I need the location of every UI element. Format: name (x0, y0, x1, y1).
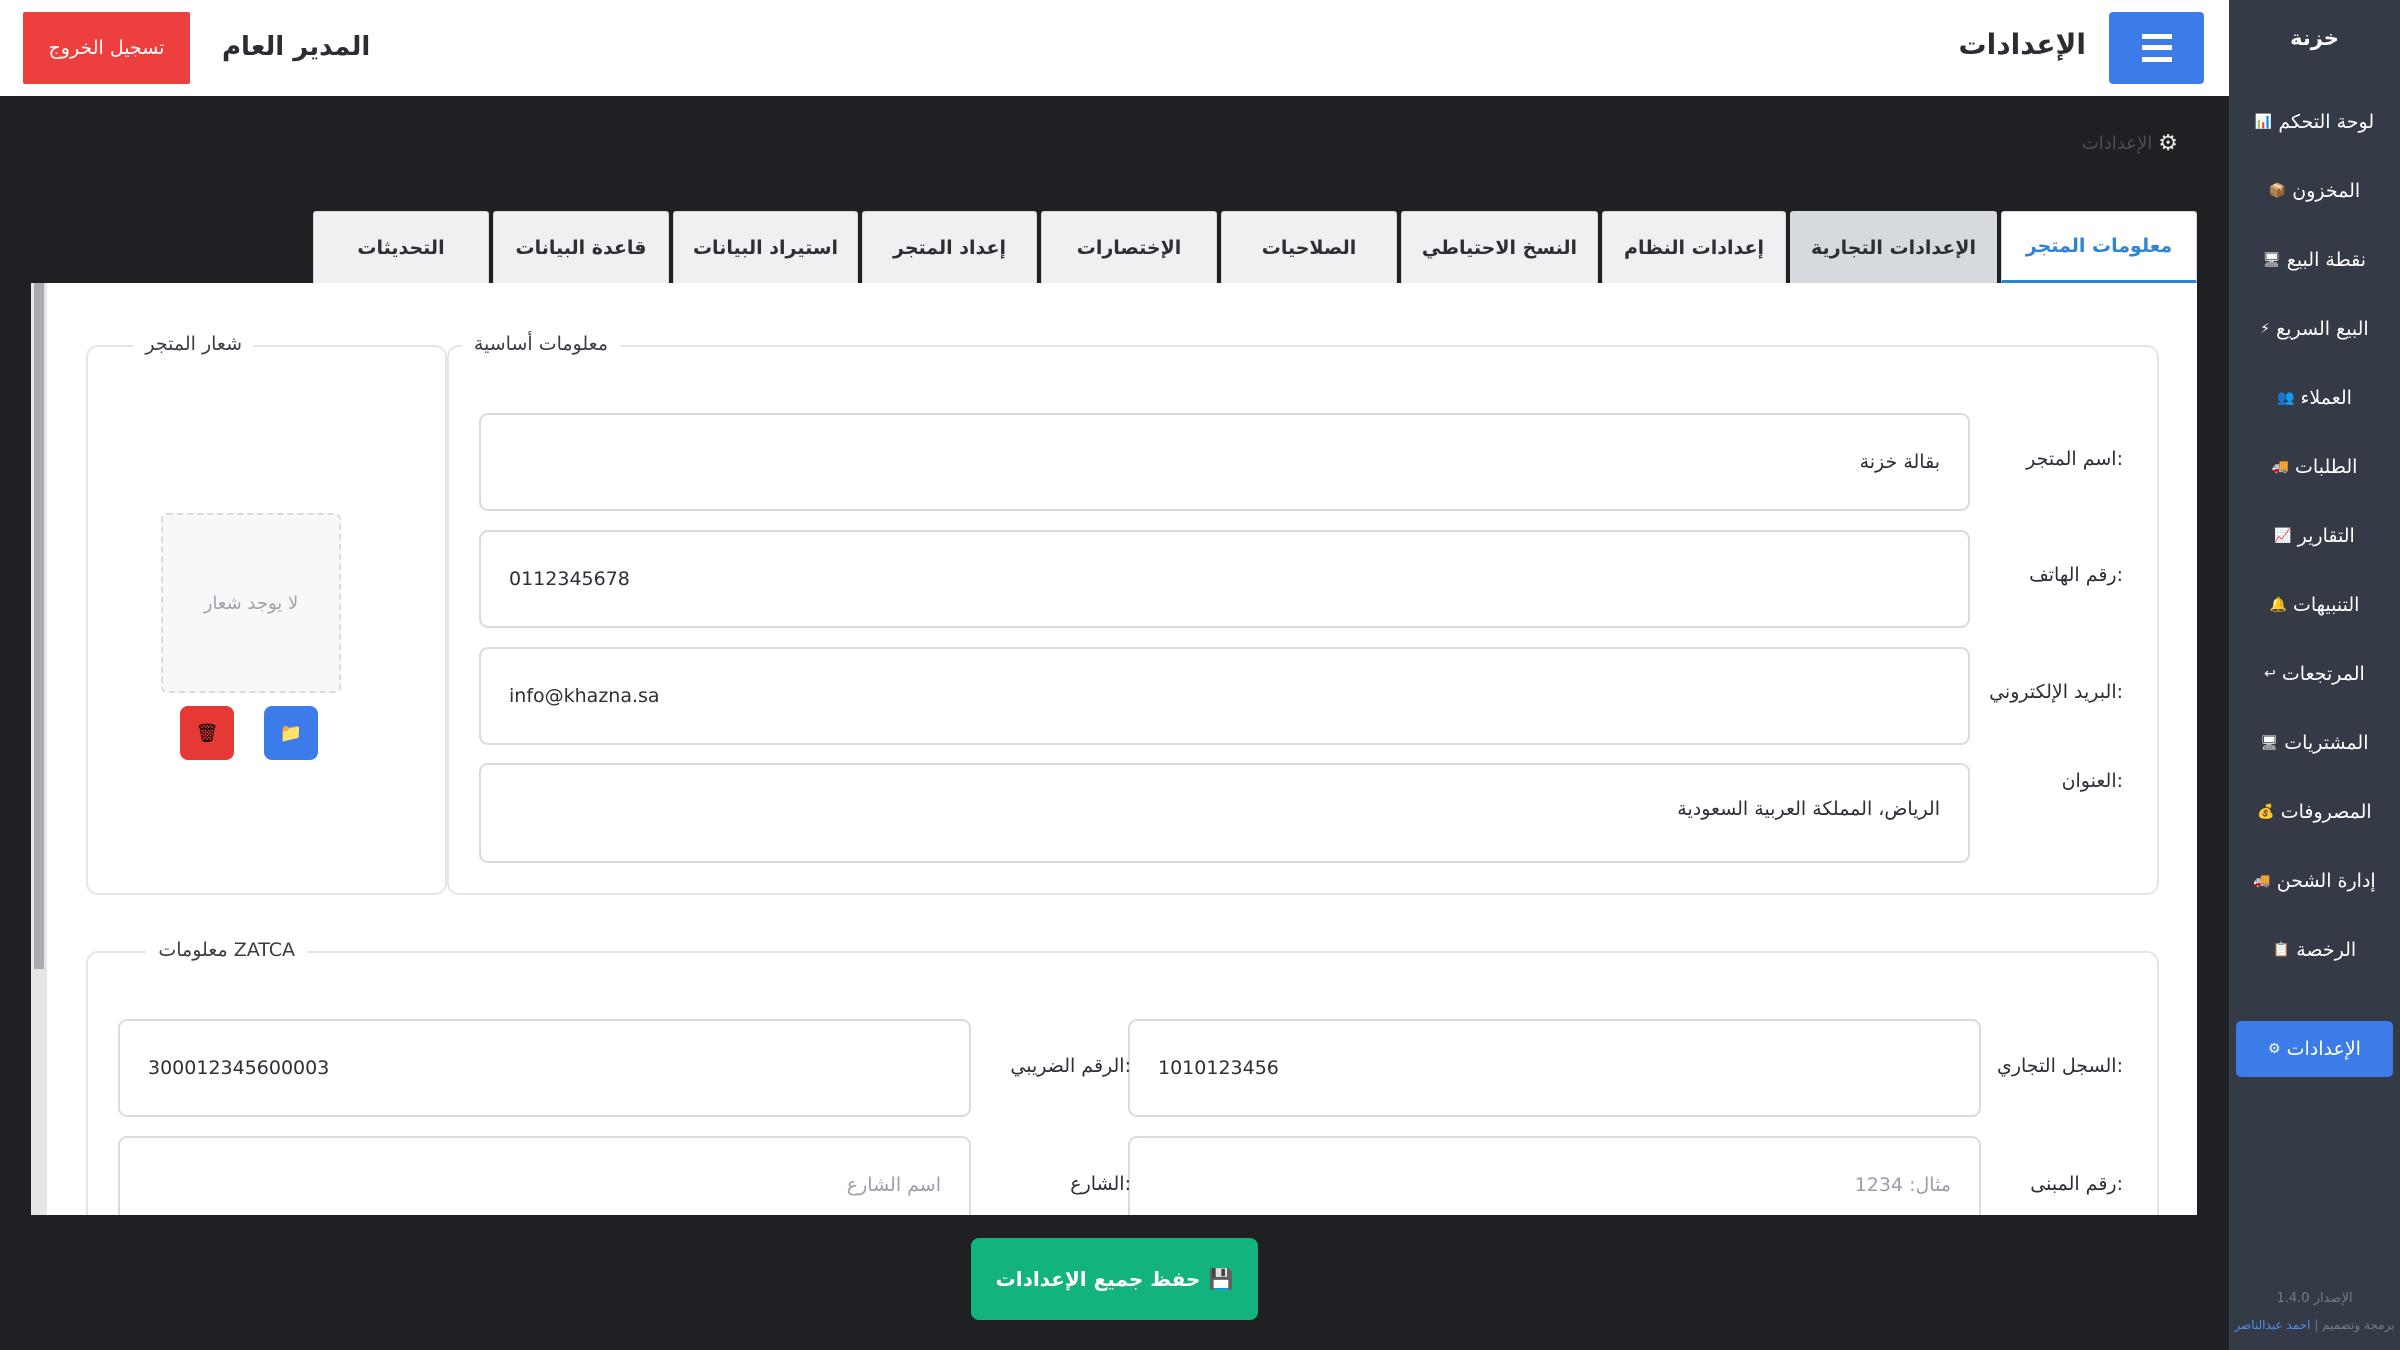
sidebar-item-customers[interactable]: العملاء 👥 (2236, 370, 2393, 426)
box-icon: 📦 (2268, 183, 2287, 199)
sidebar-item-label: نقطة البيع (2286, 249, 2367, 271)
sidebar-item-dashboard[interactable]: لوحة التحكم 📊 (2236, 94, 2393, 150)
bell-icon: 🔔 (2269, 597, 2287, 613)
vat-number-input[interactable] (118, 1019, 971, 1117)
save-all-settings-button[interactable]: 💾 حفظ جميع الإعدادات (971, 1238, 1258, 1320)
save-button-label: حفظ جميع الإعدادات (995, 1267, 1201, 1291)
commercial-register-label: السجل التجاري: (1996, 1055, 2123, 1077)
trash-icon: 🗑 (195, 722, 219, 744)
store-name-input[interactable] (479, 413, 1970, 511)
tab-commercial-settings[interactable]: الإعدادات التجارية (1790, 211, 1997, 283)
sidebar-item-label: لوحة التحكم (2278, 111, 2375, 133)
author-link[interactable]: احمد عبدالناصر (2234, 1318, 2310, 1332)
sidebar-item-inventory[interactable]: المخزون 📦 (2236, 163, 2393, 219)
address-textarea[interactable]: الرياض، المملكة العربية السعودية (479, 763, 1970, 863)
pos-terminal-icon: 🖥 (2262, 252, 2281, 268)
tab-store-info[interactable]: معلومات المتجر (2001, 211, 2197, 283)
sidebar-item-reports[interactable]: التقارير 📈 (2236, 508, 2393, 564)
trend-chart-icon: 📈 (2274, 528, 2292, 544)
sidebar: خزنة لوحة التحكم 📊 المخزون 📦 نقطة البيع … (2229, 0, 2400, 1350)
vat-number-label: الرقم الضريبي: (1010, 1055, 1131, 1077)
sidebar-item-label: المشتريات (2284, 732, 2369, 754)
sidebar-item-settings[interactable]: الإعدادات ⚙ (2236, 1021, 2393, 1077)
tab-permissions[interactable]: الصلاحيات (1221, 211, 1397, 283)
chart-icon: 📊 (2254, 114, 2273, 130)
sidebar-item-returns[interactable]: المرتجعات ↩ (2236, 646, 2393, 702)
breadcrumb-label[interactable]: الإعدادات (2082, 133, 2152, 154)
scrollbar-thumb[interactable] (34, 283, 44, 969)
phone-label: رقم الهاتف: (2029, 564, 2123, 586)
sidebar-item-label: العملاء (2300, 387, 2352, 409)
logo-dropzone[interactable]: لا يوجد شعار (161, 513, 341, 693)
sidebar-item-label: الرخصة (2296, 939, 2357, 961)
delete-logo-button[interactable]: 🗑 (180, 706, 234, 760)
hamburger-icon (2141, 34, 2172, 62)
no-logo-text: لا يوجد شعار (203, 592, 299, 614)
building-number-input[interactable] (1128, 1136, 1981, 1215)
sidebar-item-label: المرتجعات (2281, 663, 2365, 685)
menu-toggle-button[interactable] (2109, 12, 2204, 84)
sidebar-item-shipping[interactable]: إدارة الشحن 🚚 (2236, 853, 2393, 909)
tab-store-setup[interactable]: إعداد المتجر (862, 211, 1037, 283)
tab-system-settings[interactable]: إعدادات النظام (1602, 211, 1786, 283)
tab-data-import[interactable]: استيراد البيانات (673, 211, 858, 283)
sidebar-item-pos[interactable]: نقطة البيع 🖥 (2236, 232, 2393, 288)
users-icon: 👥 (2277, 390, 2295, 406)
email-input[interactable] (479, 647, 1970, 745)
building-number-label: رقم المبنى: (2030, 1173, 2123, 1195)
browse-logo-button[interactable]: 📁 (264, 706, 318, 760)
sidebar-item-license[interactable]: الرخصة 📋 (2236, 922, 2393, 978)
sidebar-item-label: التقارير (2297, 525, 2355, 547)
tab-backup[interactable]: النسخ الاحتياطي (1401, 211, 1598, 283)
register-icon: 🖥 (2260, 735, 2279, 751)
logo-legend: شعار المتجر (133, 333, 254, 355)
logout-button[interactable]: تسجيل الخروج (23, 12, 190, 84)
folder-icon: 📁 (279, 722, 303, 744)
street-label: الشارع: (1070, 1173, 1131, 1195)
tab-shortcuts[interactable]: الإختصارات (1041, 211, 1217, 283)
address-label: العنوان: (2061, 770, 2123, 792)
credit-line: برمجة وتصميم | احمد عبدالناصر (2229, 1318, 2400, 1332)
money-bag-icon: 💰 (2257, 804, 2275, 820)
phone-input[interactable] (479, 530, 1970, 628)
scrollbar[interactable] (31, 283, 47, 1215)
tab-database[interactable]: قاعدة البيانات (493, 211, 669, 283)
floppy-disk-icon: 💾 (1208, 1267, 1234, 1291)
zatca-legend: معلومات ZATCA (146, 939, 307, 961)
sidebar-item-label: إدارة الشحن (2276, 870, 2376, 892)
sidebar-item-purchases[interactable]: المشتريات 🖥 (2236, 715, 2393, 771)
sidebar-item-label: البيع السريع (2276, 318, 2369, 340)
page-title: الإعدادات (1958, 28, 2086, 61)
brand-logo-text: خزنة (2290, 26, 2339, 50)
lightning-icon: ⚡ (2260, 321, 2271, 337)
basic-info-legend: معلومات أساسية (461, 333, 620, 355)
breadcrumb: ⚙ الإعدادات (2082, 131, 2178, 156)
sidebar-item-label: المصروفات (2280, 801, 2372, 823)
commercial-register-input[interactable] (1128, 1019, 1981, 1117)
tab-updates[interactable]: التحديثات (313, 211, 489, 283)
sidebar-item-label: الطلبات (2295, 456, 2358, 478)
store-name-label: اسم المتجر: (2026, 448, 2123, 470)
settings-panel: معلومات أساسية اسم المتجر: رقم الهاتف: ا… (31, 283, 2197, 1215)
sidebar-footer: الإصدار 1.4.0 برمجة وتصميم | احمد عبدالن… (2229, 1291, 2400, 1332)
sidebar-item-label: الإعدادات (2286, 1038, 2361, 1060)
email-label: البريد الإلكتروني: (1989, 681, 2123, 703)
version-label: الإصدار 1.4.0 (2276, 1291, 2353, 1306)
sidebar-item-label: المخزون (2292, 180, 2361, 202)
gear-icon: ⚙ (2268, 1041, 2281, 1057)
gear-icon: ⚙ (2158, 131, 2178, 156)
truck-icon: 🚚 (2271, 459, 2290, 475)
sidebar-item-label: التنبيهات (2293, 594, 2360, 616)
clipboard-icon: 📋 (2272, 942, 2291, 958)
sidebar-item-expenses[interactable]: المصروفات 💰 (2236, 784, 2393, 840)
top-bar: الإعدادات تسجيل الخروج المدير العام (0, 0, 2229, 96)
sidebar-item-quick-sale[interactable]: البيع السريع ⚡ (2236, 301, 2393, 357)
street-input[interactable] (118, 1136, 971, 1215)
truck-icon: 🚚 (2253, 873, 2271, 889)
user-name: المدير العام (222, 32, 371, 62)
credit-prefix: برمجة وتصميم | (2314, 1318, 2395, 1332)
sidebar-item-orders[interactable]: الطلبات 🚚 (2236, 439, 2393, 495)
sidebar-item-alerts[interactable]: التنبيهات 🔔 (2236, 577, 2393, 633)
return-arrow-icon: ↩ (2264, 666, 2276, 682)
